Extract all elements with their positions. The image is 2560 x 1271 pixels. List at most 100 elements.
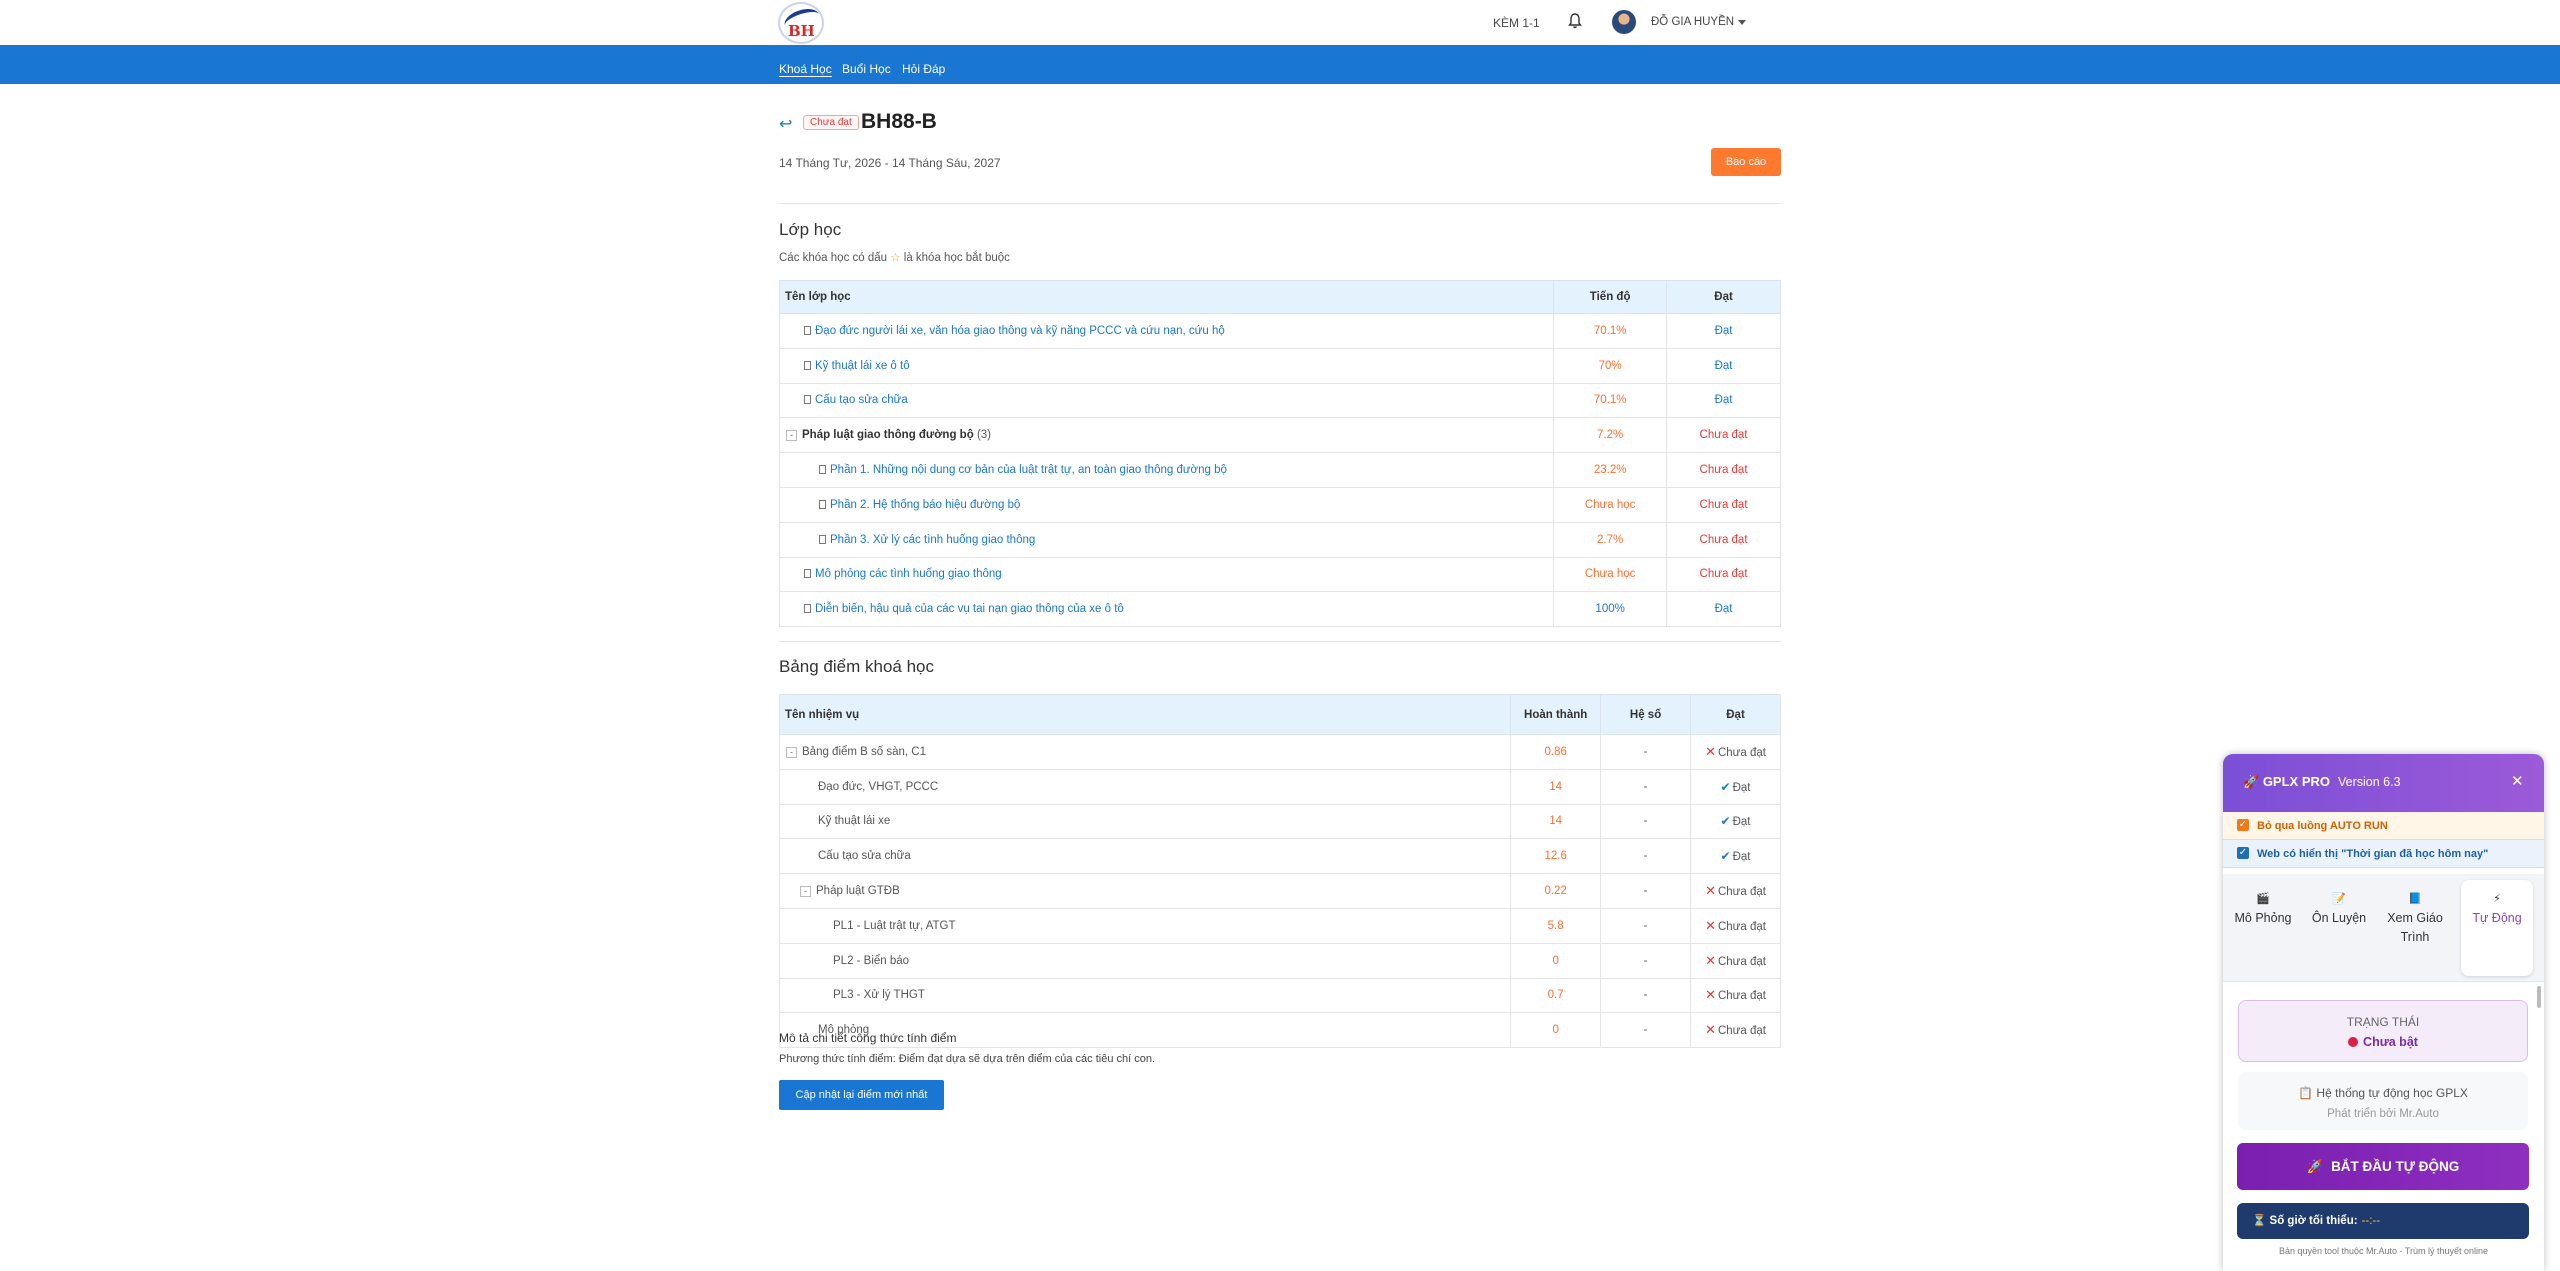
table-row: Mô phỏng các tình huống giao thông Chưa … bbox=[778, 556, 1781, 593]
tab-tu-dong[interactable]: ⚡ Tự Động bbox=[2461, 880, 2533, 976]
panel-title: 🚀 GPLX PRO bbox=[2243, 774, 2330, 789]
chevron-down-icon[interactable] bbox=[1738, 20, 1746, 25]
column-header: Hoàn thành bbox=[1510, 694, 1602, 735]
table-row: Cấu tạo sửa chữa 70.1% Đạt bbox=[778, 382, 1781, 419]
tab-on-luyen[interactable]: 📝 Ôn Luyện bbox=[2303, 880, 2375, 976]
site-logo[interactable]: BH bbox=[778, 2, 824, 44]
option-skip-auto-run[interactable]: ✓ Bỏ qua luồng AUTO RUN bbox=[2223, 812, 2544, 840]
status-box: TRẠNG THÁI Chưa bật bbox=[2238, 1000, 2528, 1062]
scores-table: Tên nhiệm vụ Hoàn thành Hệ số Đạt - Bảng … bbox=[778, 694, 1781, 1049]
page-title: BH88-B bbox=[861, 110, 937, 133]
checkbox-checked-icon[interactable]: ✓ bbox=[2237, 847, 2249, 859]
info-subtitle: Phát triển bởi Mr.Auto bbox=[2327, 1108, 2439, 1120]
back-arrow-icon[interactable]: ↩ bbox=[779, 114, 792, 134]
class-link[interactable]: Kỹ thuật lái xe ô tô bbox=[815, 360, 910, 372]
min-hours-value: --:-- bbox=[2361, 1215, 2381, 1227]
tab-mo-phong[interactable]: 🎬 Mô Phỏng bbox=[2227, 880, 2299, 976]
cross-icon: ✕ bbox=[1705, 917, 1716, 933]
scrollbar[interactable] bbox=[2537, 986, 2541, 1008]
column-header: Đạt bbox=[1690, 694, 1781, 735]
collapse-toggle[interactable]: - bbox=[786, 430, 797, 442]
status-label: TRẠNG THÁI bbox=[2346, 1015, 2420, 1029]
table-row: PL3 - Xử lý THGT 0.7 - ✕ Chưa đạt bbox=[778, 977, 1781, 1014]
table-row: PL1 - Luật trật tự, ATGT 5.8 - ✕ Chưa đạt bbox=[778, 907, 1781, 944]
document-icon bbox=[819, 499, 826, 509]
table-row: Cấu tạo sửa chữa 12.6 - ✔ Đạt bbox=[778, 838, 1781, 875]
class-link[interactable]: Cấu tạo sửa chữa bbox=[815, 394, 908, 406]
formula-title: Mô tả chi tiết công thức tính điểm bbox=[779, 1031, 957, 1045]
column-header: Tên nhiệm vụ bbox=[778, 694, 1512, 735]
table-row: - Bảng điểm B số sàn, C1 0.86 - ✕ Chưa đạt bbox=[778, 734, 1781, 770]
notebook-icon: 📝 bbox=[2332, 893, 2346, 905]
document-icon bbox=[804, 325, 811, 335]
classes-title: Lớp học bbox=[779, 220, 842, 239]
panel-tabs: 🎬 Mô Phỏng 📝 Ôn Luyện 📘 Xem Giáo Trình ⚡… bbox=[2223, 874, 2544, 982]
option-show-study-time[interactable]: ✓ Web có hiển thị "Thời gian đã học hôm … bbox=[2223, 840, 2544, 868]
divider bbox=[779, 641, 1781, 642]
min-hours-bar: ⏳ Số giờ tối thiểu: --:-- bbox=[2237, 1203, 2529, 1239]
class-link[interactable]: Đạo đức người lái xe, văn hóa giao thông… bbox=[815, 325, 1225, 337]
table-row: - Pháp luật giao thông đường bộ (3) 7.2% … bbox=[778, 417, 1781, 454]
classes-table: Tên lớp học Tiến độ Đạt Đạo đức người lá… bbox=[778, 280, 1781, 628]
table-row: Phần 1. Những nội dung cơ bản của luật t… bbox=[778, 452, 1781, 488]
rocket-icon: 🚀 bbox=[2243, 774, 2260, 789]
report-button[interactable]: Báo cáo bbox=[1711, 148, 1781, 176]
course-date-range: 14 Tháng Tư, 2026 - 14 Tháng Sáu, 2027 bbox=[779, 156, 1001, 170]
table-row: Kỹ thuật lái xe 14 - ✔ Đạt bbox=[778, 803, 1781, 840]
info-box: 📋 Hệ thống tự động học GPLX Phát triển b… bbox=[2238, 1072, 2528, 1130]
document-icon bbox=[819, 534, 826, 544]
table-row: - Pháp luật GTĐB 0.22 - ✕ Chưa đạt bbox=[778, 873, 1781, 909]
info-title: 📋 Hệ thống tự động học GPLX bbox=[2298, 1086, 2468, 1100]
nav-buoi-hoc[interactable]: Buổi Học bbox=[842, 62, 891, 76]
rocket-icon: 🚀 bbox=[2306, 1159, 2324, 1174]
book-icon: 📘 bbox=[2408, 893, 2422, 905]
nav-khoa-hoc[interactable]: Khoá Học bbox=[779, 62, 832, 76]
document-icon bbox=[804, 395, 811, 405]
avatar[interactable] bbox=[1612, 10, 1636, 34]
table-row: Diễn biến, hậu quả của các vụ tai nạn gi… bbox=[778, 591, 1781, 628]
divider bbox=[779, 203, 1781, 204]
table-row: PL2 - Biển báo 0 - ✕ Chưa đạt bbox=[778, 942, 1781, 979]
star-icon: ☆ bbox=[890, 252, 901, 264]
collapse-toggle[interactable]: - bbox=[786, 746, 797, 758]
status-value: Chưa bật bbox=[2239, 1035, 2527, 1049]
start-auto-button[interactable]: 🚀 BẮT ĐẦU TỰ ĐỘNG bbox=[2237, 1143, 2529, 1190]
panel-version: Version 6.3 bbox=[2338, 775, 2401, 789]
table-row: Phần 3. Xử lý các tình huống giao thông … bbox=[778, 521, 1781, 558]
document-icon bbox=[804, 604, 811, 614]
checkbox-checked-icon[interactable]: ✓ bbox=[2237, 819, 2249, 831]
document-icon bbox=[819, 465, 826, 475]
panel-header: 🚀 GPLX PRO Version 6.3 ✕ bbox=[2223, 754, 2544, 812]
document-icon bbox=[804, 360, 811, 370]
table-row: Đạo đức, VHGT, PCCC 14 - ✔ Đạt bbox=[778, 768, 1781, 805]
top-bar: BH KÈM 1-1 ĐỖ GIA HUYỀN bbox=[0, 0, 2560, 45]
close-icon[interactable]: ✕ bbox=[2511, 772, 2524, 790]
check-icon: ✔ bbox=[1720, 814, 1731, 829]
update-scores-button[interactable]: Cập nhật lại điểm mới nhất bbox=[779, 1080, 944, 1110]
username[interactable]: ĐỖ GIA HUYỀN bbox=[1651, 16, 1734, 28]
nav-hoi-dap[interactable]: Hỏi Đáp bbox=[902, 62, 945, 76]
class-link[interactable]: Phần 2. Hệ thống báo hiệu đường bộ bbox=[830, 499, 1020, 511]
simulation-icon: 🎬 bbox=[2256, 893, 2270, 905]
lightning-icon: ⚡ bbox=[2493, 893, 2501, 905]
bell-icon[interactable] bbox=[1568, 13, 1582, 29]
class-link[interactable]: Phần 1. Những nội dung cơ bản của luật t… bbox=[830, 464, 1227, 476]
cross-icon: ✕ bbox=[1705, 883, 1716, 899]
column-header: Đạt bbox=[1666, 280, 1781, 314]
nav-kem-1-1[interactable]: KÈM 1-1 bbox=[1493, 16, 1540, 30]
cross-icon: ✕ bbox=[1705, 743, 1716, 759]
collapse-toggle[interactable]: - bbox=[800, 886, 811, 898]
copyright-text: Bản quyền tool thuộc Mr.Auto - Trùm lý t… bbox=[2278, 1246, 2489, 1256]
gplx-pro-panel: 🚀 GPLX PRO Version 6.3 ✕ ✓ Bỏ qua luồng … bbox=[2223, 754, 2544, 1271]
class-link[interactable]: Phần 3. Xử lý các tình huống giao thông bbox=[830, 534, 1035, 546]
tab-xem-giao-trinh[interactable]: 📘 Xem Giáo Trình bbox=[2379, 880, 2451, 976]
status-badge: Chưa đạt bbox=[803, 115, 859, 130]
class-link[interactable]: Diễn biến, hậu quả của các vụ tai nạn gi… bbox=[815, 603, 1124, 615]
classes-note: Các khóa học có dấu ☆ là khóa học bắt bu… bbox=[779, 252, 1010, 264]
column-header: Tên lớp học bbox=[778, 280, 1555, 314]
formula-description: Phương thức tính điểm: Điểm đạt dựa sẽ d… bbox=[779, 1053, 1156, 1065]
table-row: Đạo đức người lái xe, văn hóa giao thông… bbox=[778, 313, 1781, 349]
status-dot-icon bbox=[2348, 1037, 2359, 1047]
class-link[interactable]: Mô phỏng các tình huống giao thông bbox=[815, 568, 1002, 580]
check-icon: ✔ bbox=[1720, 779, 1731, 794]
